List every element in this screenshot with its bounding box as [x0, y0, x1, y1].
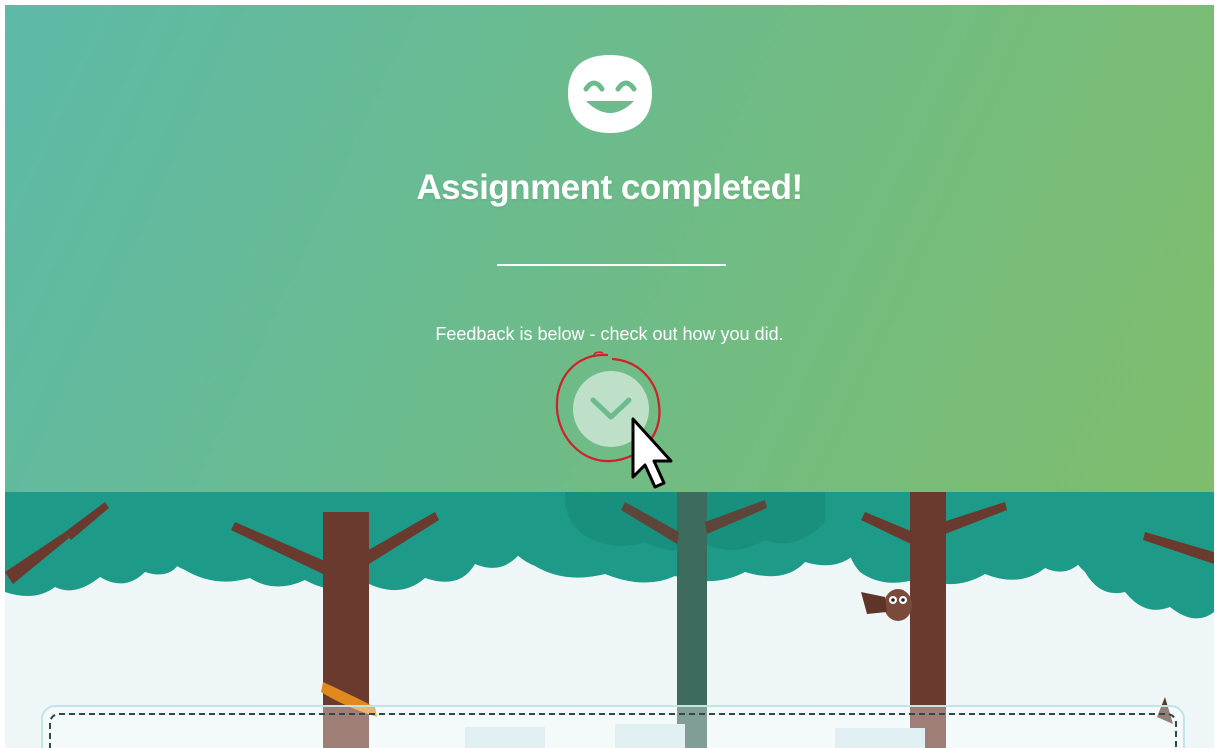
scroll-to-feedback-button[interactable]	[573, 371, 649, 447]
feedback-card-border	[49, 713, 1177, 748]
chevron-down-icon	[590, 397, 632, 420]
page: Assignment completed! Feedback is below …	[5, 5, 1214, 748]
feedback-message: Feedback is below - check out how you di…	[435, 324, 784, 344]
title-divider	[497, 264, 726, 266]
completion-banner: Assignment completed! Feedback is below …	[5, 5, 1214, 492]
feedback-card	[41, 705, 1185, 748]
page-title: Assignment completed!	[416, 168, 803, 207]
smiley-face-icon	[568, 55, 652, 133]
